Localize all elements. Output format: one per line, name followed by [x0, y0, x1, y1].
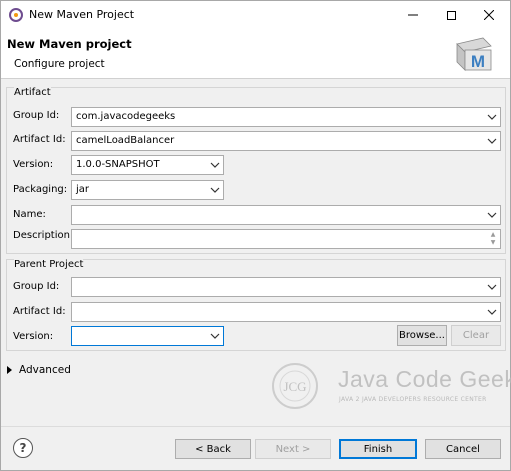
chevron-down-icon [487, 284, 497, 290]
packaging-value: jar [76, 184, 90, 195]
parent-group-id-combo[interactable] [71, 277, 501, 297]
advanced-toggle[interactable]: Advanced [7, 364, 71, 376]
packaging-label: Packaging: [13, 184, 68, 195]
parent-group-id-label: Group Id: [13, 281, 60, 292]
description-textarea[interactable]: ▲ ▼ [71, 229, 501, 249]
wizard-banner: New Maven project Configure project M [1, 29, 510, 79]
parent-project-group-label: Parent Project [14, 259, 84, 270]
browse-button[interactable]: Browse... [397, 325, 447, 346]
chevron-down-icon [487, 114, 497, 120]
parent-version-combo[interactable] [71, 326, 224, 346]
version-combo[interactable]: 1.0.0-SNAPSHOT [71, 155, 224, 175]
eclipse-icon [9, 8, 23, 22]
packaging-combo[interactable]: jar [71, 180, 224, 200]
minimize-button[interactable] [395, 1, 431, 29]
cancel-button[interactable]: Cancel [425, 439, 501, 459]
window-title: New Maven Project [29, 8, 135, 21]
artifact-id-label: Artifact Id: [13, 134, 66, 145]
help-icon: ? [19, 441, 27, 455]
name-label: Name: [13, 209, 46, 220]
artifact-group: Artifact Group Id: com.javacodegeeks Art… [6, 87, 506, 254]
version-label: Version: [13, 159, 54, 170]
name-combo[interactable] [71, 205, 501, 225]
parent-project-group: Parent Project Group Id: Artifact Id: Ve… [6, 259, 506, 351]
close-icon [484, 10, 494, 20]
help-button[interactable]: ? [13, 438, 33, 458]
footer-divider [1, 426, 510, 427]
scroll-up-icon[interactable]: ▲ [488, 231, 498, 239]
group-id-combo[interactable]: com.javacodegeeks [71, 107, 501, 127]
chevron-down-icon [210, 162, 220, 168]
parent-artifact-id-label: Artifact Id: [13, 306, 66, 317]
artifact-group-label: Artifact [14, 87, 51, 98]
chevron-down-icon [210, 333, 220, 339]
next-button[interactable]: Next > [255, 439, 331, 459]
parent-artifact-id-combo[interactable] [71, 302, 501, 322]
back-button[interactable]: < Back [175, 439, 251, 459]
group-id-label: Group Id: [13, 110, 60, 121]
description-label: Description: [13, 230, 74, 241]
chevron-down-icon [487, 212, 497, 218]
chevron-down-icon [210, 187, 220, 193]
java-code-geeks-watermark: JCG Java Code Geeks JAVA 2 JAVA DEVELOPE… [263, 356, 511, 416]
minimize-icon [408, 14, 418, 16]
wizard-subtitle: Configure project [14, 58, 105, 70]
clear-button[interactable]: Clear [451, 325, 501, 346]
maven-logo-icon: M [456, 37, 492, 71]
version-value: 1.0.0-SNAPSHOT [76, 159, 160, 170]
wizard-title: New Maven project [7, 37, 132, 51]
group-id-value: com.javacodegeeks [76, 111, 176, 122]
artifact-id-value: camelLoadBalancer [76, 135, 175, 146]
maximize-button[interactable] [433, 1, 469, 29]
jcg-logo-icon: JCG [272, 363, 318, 409]
chevron-down-icon [487, 309, 497, 315]
title-bar: New Maven Project [1, 1, 510, 29]
maximize-icon [446, 10, 456, 20]
maven-logo-letter: M [471, 52, 485, 71]
advanced-label: Advanced [19, 364, 71, 376]
new-maven-project-dialog: New Maven Project New Maven project Conf… [0, 0, 511, 471]
watermark-title: Java Code Geeks [338, 366, 511, 392]
expand-triangle-icon [7, 366, 12, 374]
watermark-subtitle: JAVA 2 JAVA DEVELOPERS RESOURCE CENTER [339, 396, 487, 403]
artifact-id-combo[interactable]: camelLoadBalancer [71, 131, 501, 151]
jcg-badge-text: JCG [283, 379, 306, 394]
scroll-down-icon[interactable]: ▼ [488, 239, 498, 247]
finish-button[interactable]: Finish [339, 439, 417, 459]
chevron-down-icon [487, 138, 497, 144]
parent-version-label: Version: [13, 331, 54, 342]
close-button[interactable] [471, 1, 507, 29]
